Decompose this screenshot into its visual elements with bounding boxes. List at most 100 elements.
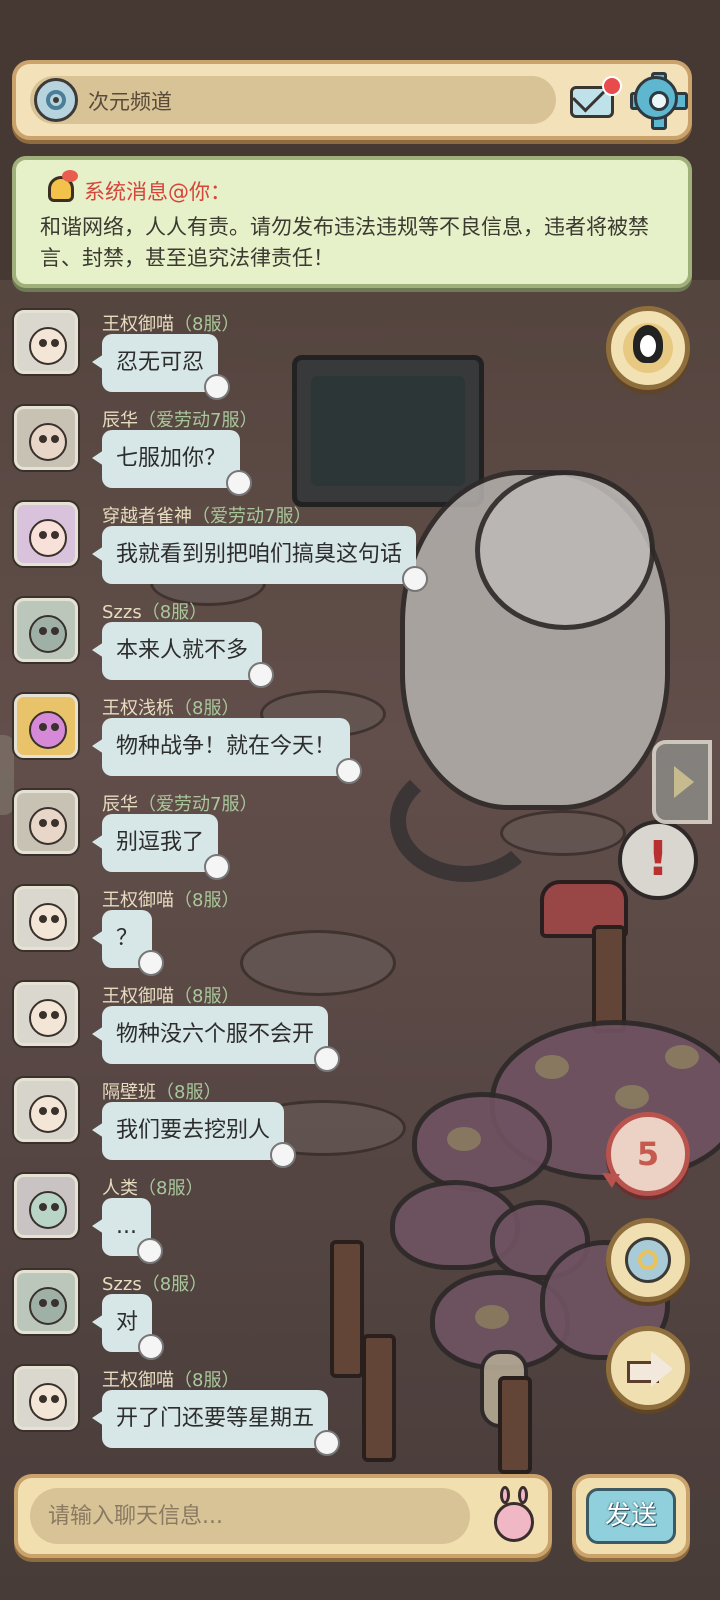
message-bubble[interactable]: 物种没六个服不会开 — [91, 1006, 341, 1072]
sender-nickname: 王权御喵 — [102, 986, 174, 1007]
message-count-button[interactable]: 5 — [598, 1112, 690, 1196]
message-bubble[interactable]: 七服加你？ — [91, 430, 253, 496]
channel-selector[interactable]: 次元频道 — [30, 76, 556, 124]
notification-dot — [602, 76, 622, 96]
message-text: 开了门还要等星期五 — [116, 1406, 315, 1431]
sender-name: 王权御喵（8服） — [102, 982, 239, 1008]
message-row: Szzs（8服） 本来人就不多 — [14, 596, 614, 692]
message-bubble[interactable]: ... — [92, 1198, 163, 1264]
chat-bubble-icon — [138, 950, 165, 976]
message-bubble[interactable]: 物种战争！就在今天！ — [91, 718, 363, 784]
chat-bubble-icon — [204, 374, 231, 400]
message-row: 辰华（爱劳动7服） 别逗我了 — [14, 788, 614, 884]
arrow-right-icon — [651, 1351, 673, 1387]
play-tab-button[interactable] — [652, 740, 712, 824]
mail-button[interactable] — [568, 76, 622, 120]
message-row: Szzs（8服）对 — [14, 1268, 614, 1364]
avatar[interactable] — [14, 982, 78, 1046]
gear-icon — [634, 76, 678, 120]
count-badge: 5 — [636, 1135, 660, 1173]
avatar[interactable] — [14, 1174, 78, 1238]
message-bubble[interactable]: 本来人就不多 — [91, 622, 275, 688]
qq-button[interactable] — [606, 306, 690, 390]
message-bubble[interactable]: 开了门还要等星期五 — [91, 1390, 341, 1456]
message-bubble[interactable]: 我就看到别把咱们搞臭这句话 — [91, 526, 429, 592]
sender-nickname: 隔壁班 — [102, 1082, 156, 1103]
message-row: 人类（8服）... — [14, 1172, 614, 1268]
avatar[interactable] — [14, 694, 78, 758]
settings-button[interactable] — [630, 72, 688, 130]
chat-header: 次元频道 — [12, 60, 692, 140]
sender-nickname: 王权御喵 — [102, 890, 174, 911]
notice-title: 系统消息@你： — [84, 180, 231, 204]
avatar[interactable] — [14, 406, 78, 470]
message-text: 本来人就不多 — [116, 638, 249, 663]
message-bubble[interactable]: 忍无可忍 — [91, 334, 231, 400]
server-tag: （8服） — [174, 314, 240, 335]
sender-nickname: 王权御喵 — [102, 314, 174, 335]
portal-button[interactable] — [606, 1218, 690, 1302]
message-bubble[interactable]: 对 — [91, 1294, 165, 1360]
server-tag: （8服） — [174, 1370, 240, 1391]
emoji-button[interactable] — [488, 1486, 540, 1546]
avatar[interactable] — [14, 502, 78, 566]
message-text: 物种没六个服不会开 — [116, 1022, 315, 1047]
message-row: 王权御喵（8服） 忍无可忍 — [14, 308, 614, 404]
sender-name: 隔壁班（8服） — [102, 1078, 221, 1104]
server-tag: （8服） — [138, 1178, 204, 1199]
chat-bubble-icon — [138, 1334, 165, 1360]
next-button[interactable] — [606, 1326, 690, 1410]
avatar[interactable] — [14, 790, 78, 854]
notice-body: 和谐网络，人人有责。请勿发布违法违规等不良信息，违者将被禁言、封禁，甚至追究法律… — [40, 215, 649, 270]
message-bubble[interactable]: 我们要去挖别人 — [91, 1102, 297, 1168]
chat-bubble-icon — [336, 758, 363, 784]
message-row: 辰华（爱劳动7服） 七服加你？ — [14, 404, 614, 500]
avatar[interactable] — [14, 598, 78, 662]
chat-input[interactable] — [30, 1488, 470, 1544]
message-row: 穿越者雀神（爱劳动7服） 我就看到别把咱们搞臭这句话 — [14, 500, 614, 596]
sender-name: 王权御喵（8服） — [102, 310, 239, 336]
message-text: ... — [116, 1214, 137, 1239]
message-row: 王权御喵（8服） 物种没六个服不会开 — [14, 980, 614, 1076]
chat-bubble-icon — [314, 1046, 341, 1072]
chat-bubble-icon — [314, 1430, 341, 1456]
left-edge-tab[interactable] — [0, 735, 14, 815]
message-row: 王权御喵（8服） 开了门还要等星期五 — [14, 1364, 614, 1460]
bell-icon — [44, 170, 80, 208]
sender-nickname: 人类 — [102, 1178, 138, 1199]
input-bar — [14, 1474, 552, 1558]
message-text: 我们要去挖别人 — [116, 1118, 271, 1143]
send-button[interactable]: 发送 — [572, 1474, 690, 1558]
avatar[interactable] — [14, 1366, 78, 1430]
message-text: 七服加你？ — [116, 446, 227, 471]
server-tag: （8服） — [141, 602, 208, 623]
avatar[interactable] — [14, 1078, 78, 1142]
sender-nickname: 王权浅栎 — [102, 698, 174, 719]
server-tag: （8服） — [174, 890, 240, 911]
message-text: 物种战争！就在今天！ — [116, 734, 337, 759]
system-notice: 系统消息@你： 和谐网络，人人有责。请勿发布违法违规等不良信息，违者将被禁言、封… — [12, 156, 692, 288]
sender-nickname: Szzs — [102, 602, 142, 623]
snail-emoji-icon — [494, 1502, 534, 1542]
message-bubble[interactable]: ？ — [91, 910, 165, 976]
sender-nickname: 王权御喵 — [102, 1370, 174, 1391]
avatar[interactable] — [14, 310, 78, 374]
server-tag: （8服） — [156, 1082, 222, 1103]
avatar[interactable] — [14, 1270, 78, 1334]
send-label: 发送 — [586, 1488, 676, 1544]
sender-nickname: 辰华 — [102, 794, 138, 815]
sender-name: 王权御喵（8服） — [102, 1366, 239, 1392]
server-tag: （爱劳动7服） — [192, 506, 312, 527]
message-text: 我就看到别把咱们搞臭这句话 — [116, 542, 403, 567]
portal-icon — [625, 1237, 671, 1283]
server-tag: （8服） — [141, 1274, 208, 1295]
message-text: 别逗我了 — [116, 830, 205, 855]
avatar[interactable] — [14, 886, 78, 950]
server-tag: （爱劳动7服） — [138, 410, 258, 431]
sender-name: 人类（8服） — [102, 1174, 203, 1200]
message-row: 隔壁班（8服） 我们要去挖别人 — [14, 1076, 614, 1172]
message-bubble[interactable]: 别逗我了 — [91, 814, 231, 880]
sender-name: 穿越者雀神（爱劳动7服） — [102, 502, 311, 528]
sender-name: Szzs（8服） — [102, 1270, 207, 1296]
sender-name: 辰华（爱劳动7服） — [102, 790, 257, 816]
